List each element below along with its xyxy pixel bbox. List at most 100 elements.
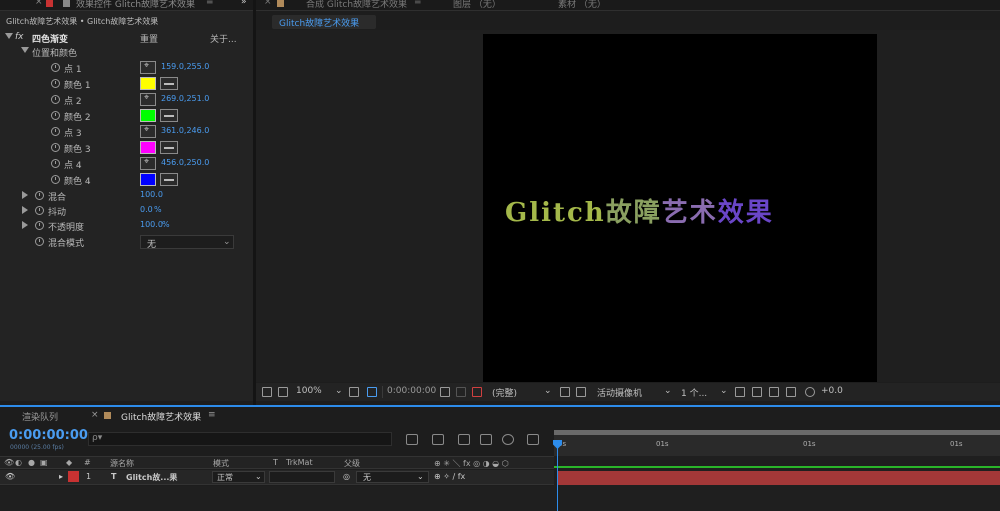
stopwatch-icon[interactable] — [35, 221, 44, 230]
label-color-swatch[interactable] — [68, 471, 79, 482]
playhead-line[interactable] — [557, 440, 558, 511]
layer-duration-bar[interactable] — [558, 471, 1000, 485]
draft-3d-icon[interactable] — [432, 434, 444, 445]
tab-timeline-comp[interactable]: Glitch故障艺术效果 — [121, 410, 201, 423]
parent-dropdown[interactable]: 无 ⌄ — [356, 471, 429, 483]
panel-menu-icon[interactable]: ≡ — [206, 0, 214, 7]
point-4-value[interactable]: 456.0,250.0 — [161, 158, 209, 167]
comp-mini-flowchart-icon[interactable] — [406, 434, 418, 445]
camera-dropdown[interactable]: 活动摄像机 — [597, 386, 642, 399]
mask-visibility-icon[interactable] — [367, 387, 377, 397]
table-row[interactable]: 👁 ▸ 1 T Glitch故...果 正常 ⌄ ◎ 无 ⌄ ⊕ ✧ ∕ fx — [0, 470, 554, 485]
always-preview-icon[interactable] — [262, 387, 272, 397]
eyedropper-icon[interactable] — [160, 77, 178, 90]
fx-icon[interactable]: fx — [15, 32, 24, 42]
stopwatch-icon[interactable] — [51, 95, 60, 104]
comp-canvas[interactable]: Glitch故障艺术效果 — [483, 34, 877, 382]
expand-triangle-icon[interactable] — [22, 206, 28, 214]
crosshair-icon[interactable] — [140, 157, 156, 170]
comp-subtab[interactable]: Glitch故障艺术效果 — [272, 15, 376, 29]
label-icon[interactable]: ◆ — [66, 458, 72, 467]
exposure-value[interactable]: +0.0 — [821, 386, 843, 396]
timeline-search-input[interactable]: ρ▾ — [88, 432, 392, 446]
stopwatch-icon[interactable] — [51, 111, 60, 120]
opacity-value[interactable]: 100.0 — [140, 220, 163, 229]
stopwatch-icon[interactable] — [35, 191, 44, 200]
audio-icon[interactable]: ◐ — [15, 458, 22, 467]
crosshair-icon[interactable] — [140, 93, 156, 106]
point-3-value[interactable]: 361.0,246.0 — [161, 126, 209, 135]
stopwatch-icon[interactable] — [35, 206, 44, 215]
close-icon[interactable]: × — [91, 410, 99, 420]
flowchart-icon[interactable] — [786, 387, 796, 397]
safe-margins-icon[interactable] — [349, 387, 359, 397]
transparency-grid-icon[interactable] — [576, 387, 586, 397]
panel-menu-icon[interactable]: ≡ — [414, 0, 422, 7]
tab-effect-controls[interactable]: 效果控件 Glitch故障艺术效果 — [76, 0, 195, 10]
eyedropper-icon[interactable] — [160, 173, 178, 186]
tab-layer[interactable]: 图层 （无） — [453, 0, 501, 10]
close-icon[interactable]: × — [35, 0, 43, 7]
crosshair-icon[interactable] — [140, 61, 156, 74]
stopwatch-icon[interactable] — [51, 159, 60, 168]
show-snapshot-icon[interactable] — [456, 387, 466, 397]
group-row[interactable]: 位置和颜色 — [0, 44, 253, 60]
collapse-triangle-icon[interactable] — [5, 33, 13, 39]
snapshot-icon[interactable] — [440, 387, 450, 397]
expand-triangle-icon[interactable]: ▸ — [59, 472, 63, 481]
color-3-swatch[interactable] — [140, 141, 156, 154]
lock-icon[interactable] — [46, 0, 53, 7]
stopwatch-icon[interactable] — [51, 143, 60, 152]
col-source-name[interactable]: 源名称 — [110, 458, 134, 469]
color-1-swatch[interactable] — [140, 77, 156, 90]
color-channels-icon[interactable] — [472, 387, 482, 397]
stopwatch-icon[interactable] — [51, 175, 60, 184]
trkmat-dropdown[interactable] — [269, 471, 335, 483]
stopwatch-icon[interactable] — [51, 127, 60, 136]
lock-icon[interactable]: ▣ — [40, 458, 48, 467]
zoom-dropdown[interactable]: 100% — [296, 386, 322, 396]
eyedropper-icon[interactable] — [160, 141, 178, 154]
layer-name[interactable]: Glitch故...果 — [126, 472, 177, 483]
layer-mode-dropdown[interactable]: 正常 ⌄ — [212, 471, 265, 483]
expand-triangle-icon[interactable] — [22, 221, 28, 229]
current-time[interactable]: 0:00:00:00 — [387, 386, 436, 396]
chevron-down-icon[interactable]: ⌄ — [664, 386, 672, 396]
graph-editor-icon[interactable] — [527, 434, 539, 445]
panel-menu-icon[interactable]: ≡ — [208, 410, 216, 420]
work-area-bar[interactable] — [554, 430, 1000, 435]
tab-composition[interactable]: 合成 Glitch故障艺术效果 — [306, 0, 407, 10]
pickwhip-icon[interactable]: ◎ — [343, 472, 350, 481]
eye-icon[interactable]: 👁 — [4, 458, 14, 467]
point-1-value[interactable]: 159.0,255.0 — [161, 62, 209, 71]
timeline-icon[interactable] — [769, 387, 779, 397]
chevron-down-icon[interactable]: ⌄ — [335, 386, 343, 396]
timeline-timecode[interactable]: 0:00:00:00 — [9, 428, 88, 443]
region-of-interest-icon[interactable] — [560, 387, 570, 397]
frame-blending-icon[interactable] — [480, 434, 492, 445]
expand-triangle-icon[interactable] — [22, 191, 28, 199]
eye-icon[interactable]: 👁 — [5, 472, 15, 481]
resolution-dropdown[interactable]: (完整) — [492, 386, 517, 399]
chevron-down-icon[interactable]: ⌄ — [544, 386, 552, 396]
motion-blur-icon[interactable] — [502, 434, 514, 445]
solo-icon[interactable]: ● — [28, 458, 35, 467]
tab-render-queue[interactable]: 渲染队列 — [22, 410, 58, 423]
blend-mode-dropdown[interactable]: 无 ⌄ — [140, 235, 234, 250]
chevron-down-icon[interactable]: ⌄ — [720, 386, 728, 396]
jitter-value[interactable]: 0.0 — [140, 205, 153, 214]
color-4-swatch[interactable] — [140, 173, 156, 186]
tab-footage[interactable]: 素材 （无） — [558, 0, 606, 10]
close-icon[interactable]: × — [264, 0, 272, 7]
blend-value[interactable]: 100.0 — [140, 190, 163, 199]
monitor-icon[interactable] — [278, 387, 288, 397]
reset-exposure-icon[interactable] — [805, 387, 815, 397]
stopwatch-icon[interactable] — [51, 63, 60, 72]
toggle-pixel-aspect-icon[interactable] — [735, 387, 745, 397]
fast-previews-icon[interactable] — [752, 387, 762, 397]
layer-switches[interactable]: ⊕ ✧ ∕ fx — [434, 472, 465, 481]
stopwatch-icon[interactable] — [51, 79, 60, 88]
collapse-triangle-icon[interactable] — [21, 47, 29, 53]
overflow-chevron-icon[interactable]: » — [241, 0, 247, 7]
crosshair-icon[interactable] — [140, 125, 156, 138]
